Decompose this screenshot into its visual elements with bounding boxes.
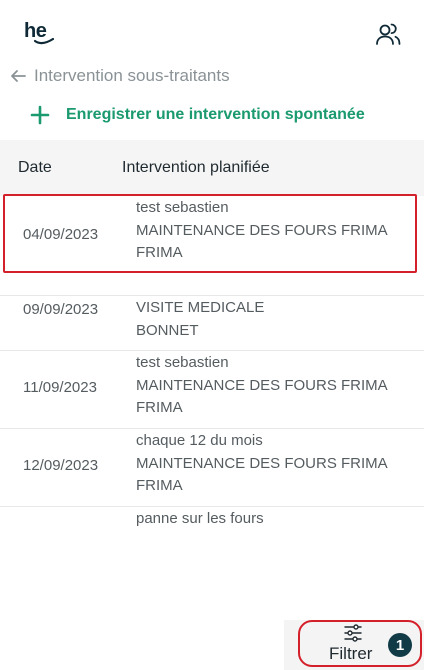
row-line: panne sur les fours	[136, 510, 264, 527]
row-line: MAINTENANCE DES FOURS FRIMA	[136, 221, 388, 239]
new-intervention-label: Enregistrer une intervention spontanée	[66, 106, 365, 123]
column-header-date[interactable]: Date	[18, 159, 52, 177]
table-header: Date Intervention planifiée	[0, 140, 424, 196]
row-line: test sebastien	[136, 199, 229, 216]
column-header-intervention[interactable]: Intervention planifiée	[122, 159, 270, 177]
row-intervention: chaque 12 du mois MAINTENANCE DES FOURS …	[136, 430, 388, 498]
row-line: VISITE MEDICALE	[136, 299, 265, 316]
plus-icon	[30, 105, 50, 125]
row-date: 11/09/2023	[23, 379, 97, 396]
new-intervention-button[interactable]: Enregistrer une intervention spontanée	[30, 103, 365, 127]
logo-swoosh	[34, 38, 54, 45]
row-line: BONNET	[136, 321, 199, 339]
row-intervention: test sebastien MAINTENANCE DES FOURS FRI…	[136, 197, 388, 265]
row-intervention: panne sur les fours	[136, 508, 264, 531]
users-icon[interactable]	[374, 20, 402, 48]
row-intervention: test sebastien MAINTENANCE DES FOURS FRI…	[136, 352, 388, 420]
row-line: test sebastien	[136, 354, 229, 371]
filter-count-badge: 1	[388, 633, 412, 657]
table-row[interactable]: 09/09/2023 VISITE MEDICALE BONNET	[0, 296, 424, 351]
row-line: MAINTENANCE DES FOURS FRIMA	[136, 454, 388, 472]
row-line: FRIMA	[136, 244, 183, 261]
row-line: FRIMA	[136, 399, 183, 416]
page-title: Intervention sous-traitants	[34, 66, 230, 85]
table-row[interactable]: 11/09/2023 test sebastien MAINTENANCE DE…	[0, 351, 424, 429]
row-line: MAINTENANCE DES FOURS FRIMA	[136, 376, 388, 394]
intervention-list: 04/09/2023 test sebastien MAINTENANCE DE…	[0, 196, 424, 547]
breadcrumb: Intervention sous-traitants	[8, 64, 230, 88]
filter-label[interactable]: Filtrer	[329, 644, 372, 664]
row-date: 09/09/2023	[23, 301, 99, 318]
arrow-left-icon[interactable]	[8, 66, 28, 86]
row-date: 12/09/2023	[23, 457, 99, 474]
row-line: chaque 12 du mois	[136, 432, 263, 449]
top-bar: he	[0, 0, 424, 60]
row-line: FRIMA	[136, 477, 183, 494]
table-row[interactable]: panne sur les fours	[0, 507, 424, 547]
row-date: 04/09/2023	[23, 226, 99, 243]
sliders-icon	[344, 624, 362, 642]
app-logo[interactable]: he	[24, 20, 58, 48]
table-row[interactable]: 12/09/2023 chaque 12 du mois MAINTENANCE…	[0, 429, 424, 507]
table-row[interactable]: 04/09/2023 test sebastien MAINTENANCE DE…	[0, 196, 424, 296]
row-intervention: VISITE MEDICALE BONNET	[136, 297, 264, 342]
